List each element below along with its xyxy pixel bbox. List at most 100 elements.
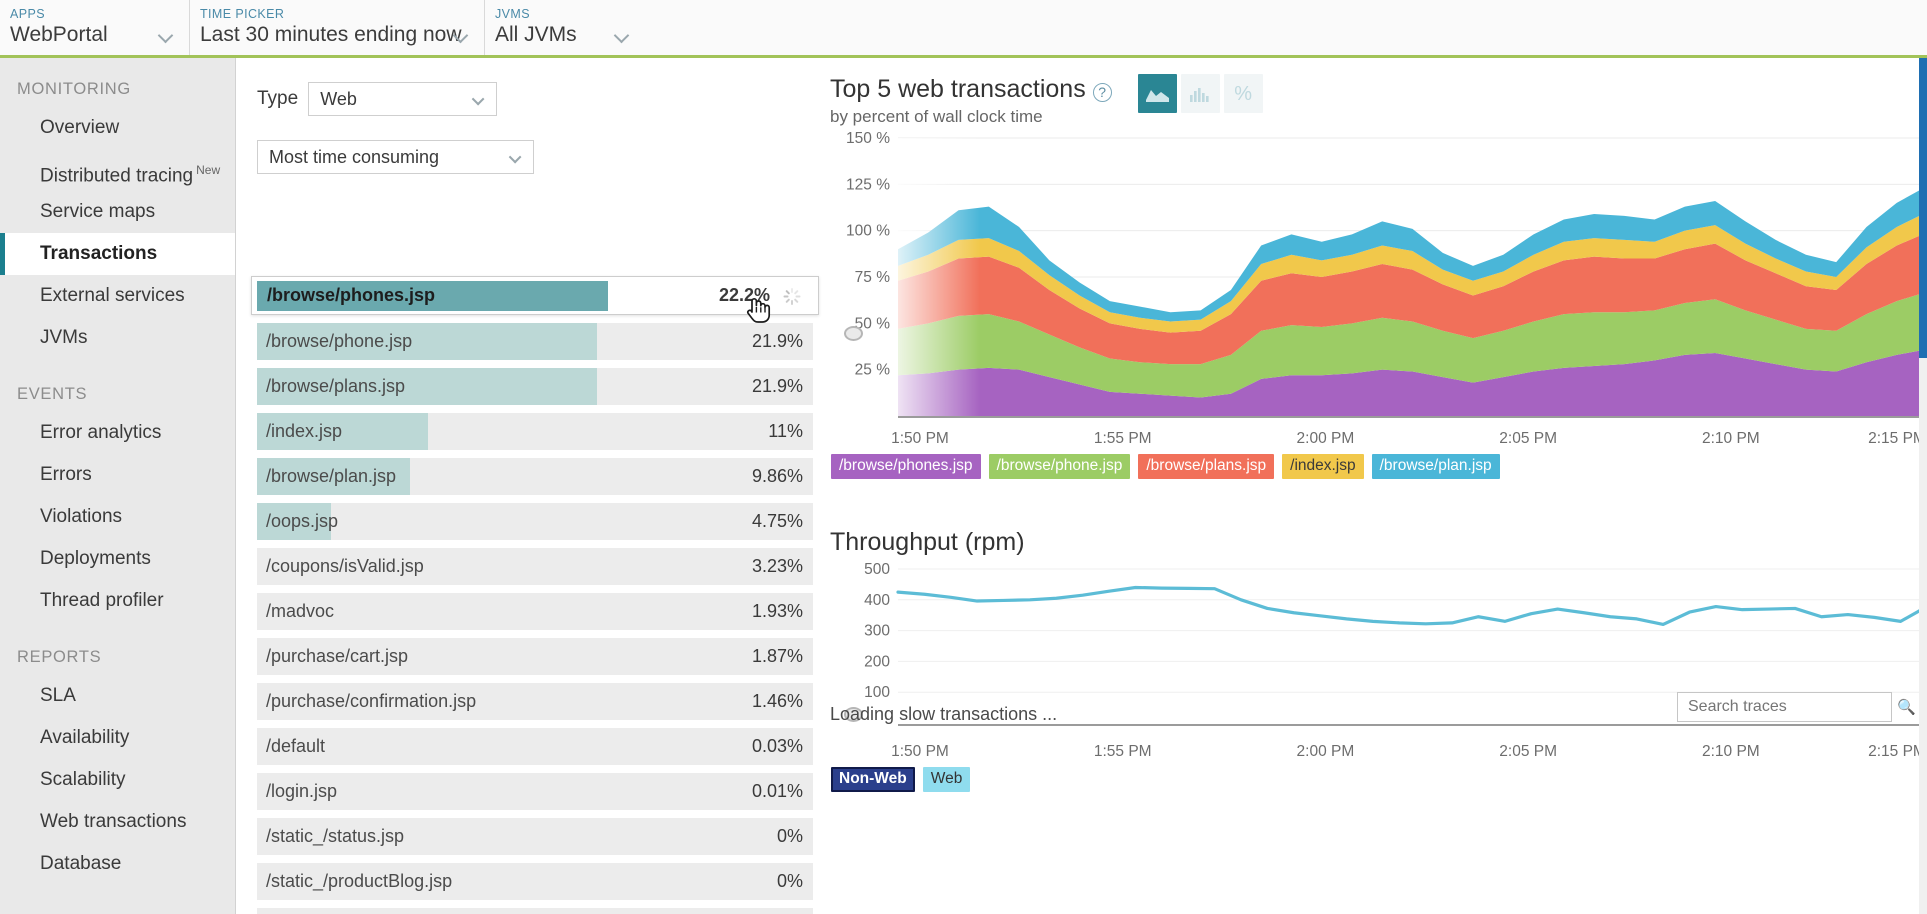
y-axis-tick-label: 300 xyxy=(864,623,890,640)
legend-item[interactable]: Non-Web xyxy=(831,767,915,792)
chevron-down-icon xyxy=(508,150,522,164)
transaction-name: /browse/phone.jsp xyxy=(266,331,413,351)
transaction-row[interactable]: /browse/phones.jsp 22.2% xyxy=(251,276,819,315)
transaction-percent: 11% xyxy=(768,421,803,441)
sidebar-item-service-maps[interactable]: Service maps xyxy=(0,191,235,233)
sidebar-item-thread-profiler[interactable]: Thread profiler xyxy=(0,580,235,622)
type-select-value: Web xyxy=(320,88,357,109)
percent-view-button[interactable]: % xyxy=(1223,74,1263,113)
transaction-row[interactable]: /purchase/cart.jsp 1.87% xyxy=(257,638,813,675)
sidebar-item-transactions[interactable]: Transactions xyxy=(0,233,235,275)
y-axis-tick-label: 75 % xyxy=(855,269,891,286)
transaction-list[interactable]: /browse/phones.jsp 22.2% /browse/phone.jsp… xyxy=(251,276,819,914)
top5-x-axis: 1:50 PM 1:55 PM 2:00 PM 2:05 PM 2:10 PM 2:15 … xyxy=(830,427,1927,447)
legend-item[interactable]: Web xyxy=(922,767,971,792)
y-axis-tick-label: 25 % xyxy=(855,362,891,379)
transaction-name: /login.jsp xyxy=(266,781,338,801)
legend-item[interactable]: /index.jsp xyxy=(1282,454,1364,479)
transaction-row[interactable]: /default 0.03% xyxy=(257,728,813,765)
search-traces-box[interactable]: 🔍 xyxy=(1677,692,1916,722)
transaction-name: /static_/status.jsp xyxy=(266,826,405,846)
sidebar-item-sla[interactable]: SLA xyxy=(0,675,235,717)
transaction-row[interactable]: /login.jsp 0.01% xyxy=(257,773,813,810)
sidebar-item-violations[interactable]: Violations xyxy=(0,496,235,538)
y-axis-range-knob[interactable] xyxy=(844,326,863,341)
sidebar-group-title: REPORTS xyxy=(17,648,102,666)
transaction-row[interactable]: /static_/productBlog.jsp 0% xyxy=(257,863,813,900)
sidebar-group-title: MONITORING xyxy=(17,80,131,98)
sidebar-item-availability[interactable]: Availability xyxy=(0,717,235,759)
x-axis-tick-label: 1:55 PM xyxy=(1094,430,1152,447)
jvms-picker[interactable]: JVMS All JVMs xyxy=(485,0,645,55)
x-axis-tick-label: 2:10 PM xyxy=(1702,430,1760,447)
x-axis-tick-label: 2:10 PM xyxy=(1702,743,1760,760)
top5-title: Top 5 web transactions xyxy=(830,75,1086,103)
sidebar-item-overview[interactable]: Overview xyxy=(0,107,235,149)
chevron-down-icon xyxy=(159,30,175,39)
apps-picker[interactable]: APPS WebPortal xyxy=(0,0,190,55)
sidebar-item-label: Error analytics xyxy=(40,422,162,443)
sidebar-item-web-transactions[interactable]: Web transactions xyxy=(0,801,235,843)
x-axis-tick-label: 2:00 PM xyxy=(1297,430,1355,447)
sort-select-value: Most time consuming xyxy=(269,146,440,167)
transaction-row[interactable]: /browse/plan.jsp 9.86% xyxy=(257,458,813,495)
help-circle-icon[interactable]: ? xyxy=(1092,83,1112,102)
scrollbar-thumb[interactable] xyxy=(1919,58,1927,358)
sidebar-item-label: Violations xyxy=(40,506,123,527)
sidebar-item-external-services[interactable]: External services xyxy=(0,275,235,317)
transaction-row[interactable]: /coupons/isValid.jsp 3.23% xyxy=(257,548,813,585)
time-picker-label: TIME PICKER xyxy=(200,7,285,21)
bar-chart-view-button[interactable] xyxy=(1180,74,1220,113)
search-traces-input[interactable] xyxy=(1686,697,1897,717)
transaction-percent: 4.75% xyxy=(751,511,803,531)
sidebar-item-error-analytics[interactable]: Error analytics xyxy=(0,412,235,454)
transaction-name: /browse/plans.jsp xyxy=(266,376,406,396)
time-picker-value: Last 30 minutes ending now xyxy=(200,23,462,46)
line-series-web xyxy=(896,585,1927,627)
sidebar-item-database[interactable]: Database xyxy=(0,843,235,885)
sort-select[interactable]: Most time consuming xyxy=(257,140,534,174)
area-chart-view-button[interactable] xyxy=(1137,74,1177,113)
transaction-row[interactable]: /index.jsp 11% xyxy=(257,413,813,450)
sidebar-item-errors[interactable]: Errors xyxy=(0,454,235,496)
legend-item[interactable]: /browse/plan.jsp xyxy=(1371,454,1500,479)
sidebar-item-label: Scalability xyxy=(40,769,126,790)
transaction-percent: 0% xyxy=(776,871,803,891)
type-select[interactable]: Web xyxy=(308,82,498,116)
time-picker[interactable]: TIME PICKER Last 30 minutes ending now xyxy=(190,0,485,55)
transaction-percent: 21.9% xyxy=(751,376,803,396)
transaction-percent: 3.23% xyxy=(751,556,803,576)
transaction-percent: 0.01% xyxy=(751,781,803,801)
sidebar-item-deployments[interactable]: Deployments xyxy=(0,538,235,580)
page-scrollbar[interactable] xyxy=(1919,58,1927,914)
throughput-legend: Non-Web Web xyxy=(831,767,1927,792)
legend-item[interactable]: /browse/phone.jsp xyxy=(988,454,1131,479)
sidebar-item-label: Service maps xyxy=(40,201,156,222)
transaction-row[interactable]: /static_/servicesBlog.jsp0% xyxy=(257,908,813,914)
charts-panel: Top 5 web transactions ? by percent of w… xyxy=(830,58,1927,914)
x-axis-tick-label: 2:05 PM xyxy=(1499,743,1557,760)
throughput-x-axis: 1:50 PM 1:55 PM 2:00 PM 2:05 PM 2:10 PM 2:15 … xyxy=(830,740,1927,760)
transaction-row[interactable]: /browse/plans.jsp 21.9% xyxy=(257,368,813,405)
transaction-row[interactable]: /oops.jsp 4.75% xyxy=(257,503,813,540)
transaction-row[interactable]: /static_/status.jsp 0% xyxy=(257,818,813,855)
legend-item[interactable]: /browse/plans.jsp xyxy=(1138,454,1275,479)
sidebar-item-label: Web transactions xyxy=(40,811,187,832)
top5-header: Top 5 web transactions ? by percent of w… xyxy=(830,58,1927,128)
transaction-row[interactable]: /purchase/confirmation.jsp 1.46% xyxy=(257,683,813,720)
sidebar-item-label: Transactions xyxy=(40,243,158,264)
y-axis-tick-label: 200 xyxy=(864,653,890,670)
transaction-name: /static_/productBlog.jsp xyxy=(266,871,453,891)
transaction-row[interactable]: /browse/phone.jsp 21.9% xyxy=(257,323,813,360)
legend-item[interactable]: /browse/phones.jsp xyxy=(831,454,981,479)
sidebar-item-label: Distributed tracing xyxy=(40,165,194,187)
y-axis-tick-label: 500 xyxy=(864,563,890,578)
transaction-name: /browse/plan.jsp xyxy=(266,466,397,486)
apps-picker-value: WebPortal xyxy=(10,23,108,46)
sidebar-item-jvms[interactable]: JVMs xyxy=(0,317,235,359)
sidebar-item-scalability[interactable]: Scalability xyxy=(0,759,235,801)
stacked-area-chart[interactable]: 25 %50 %75 %100 %125 %150 % xyxy=(830,130,1927,422)
transaction-row[interactable]: /madvoc 1.93% xyxy=(257,593,813,630)
sidebar-item-label: Overview xyxy=(40,117,120,138)
sidebar-item-distributed-tracing[interactable]: Distributed tracing New xyxy=(0,149,235,191)
